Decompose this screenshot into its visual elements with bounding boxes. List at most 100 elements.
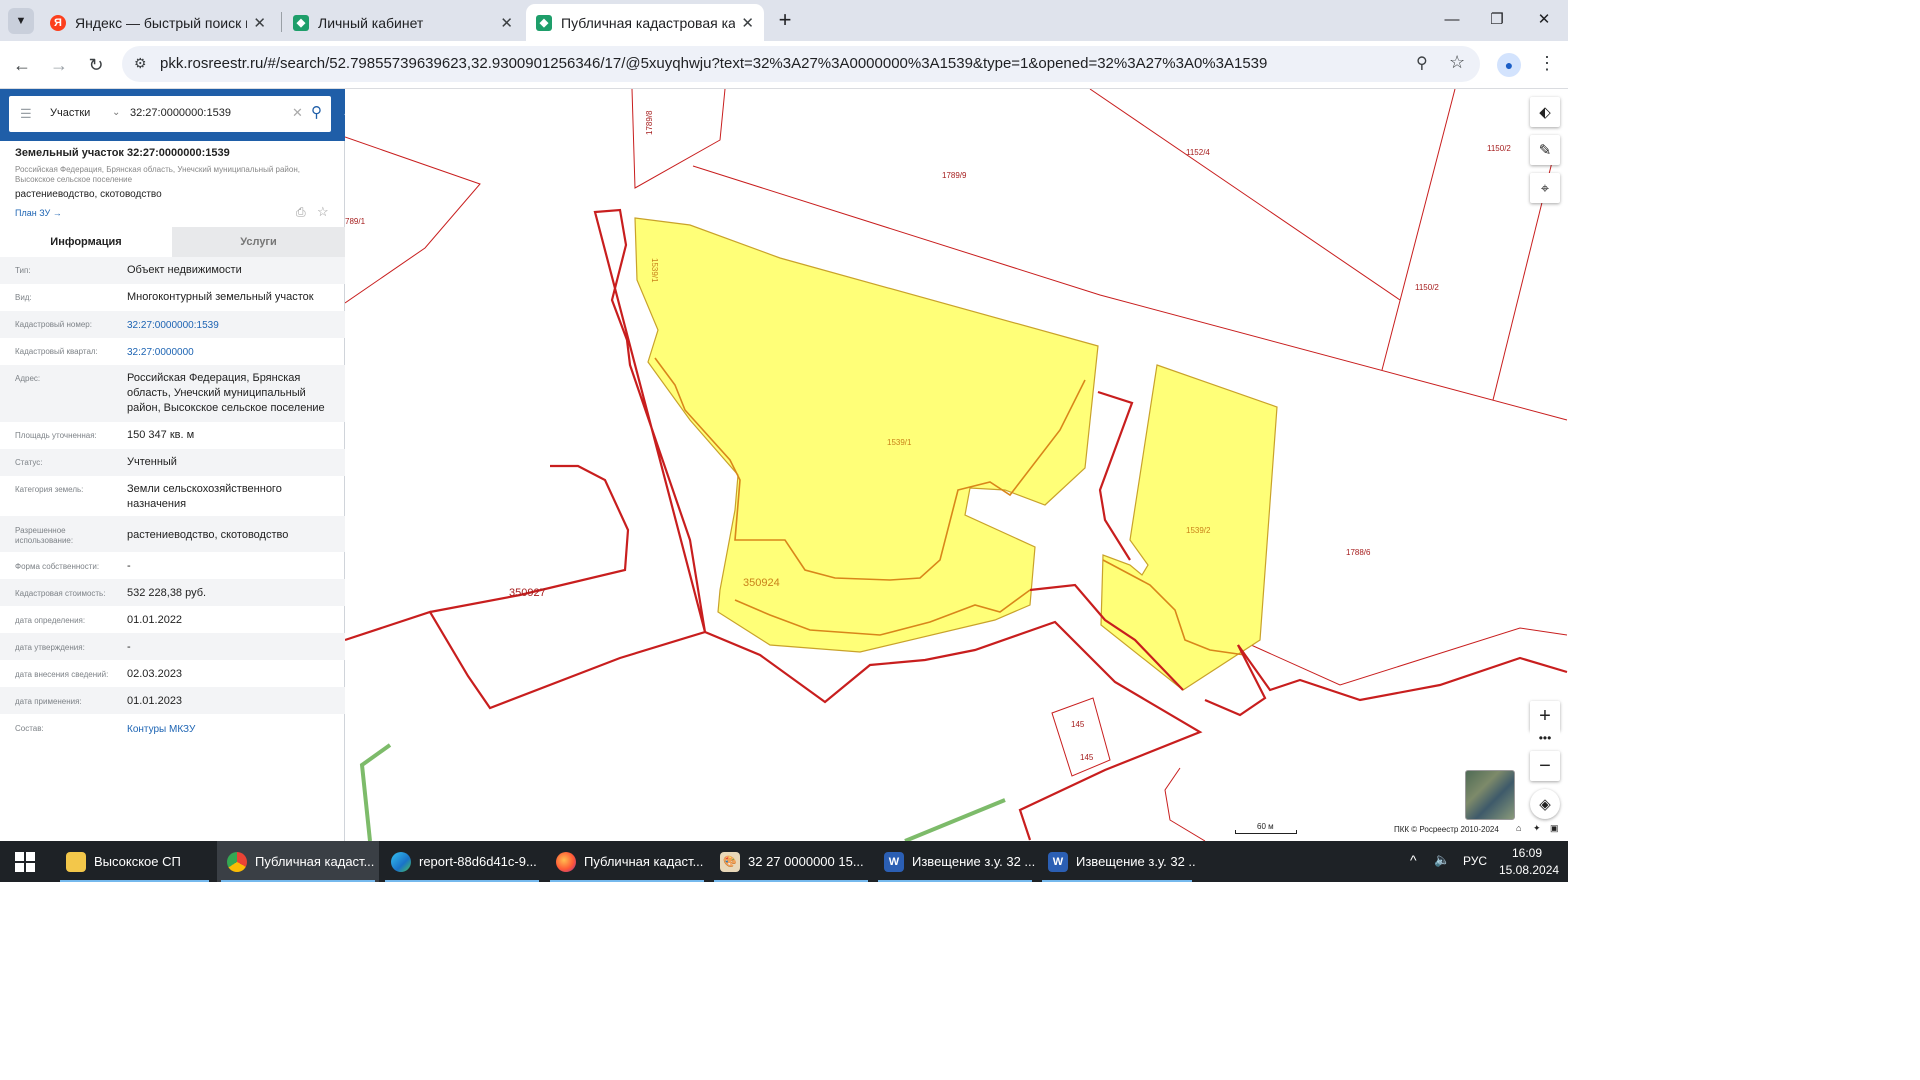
taskbar-item-chrome[interactable]: Публичная кадаст... [217,841,379,882]
site-settings-icon[interactable]: ⚙ [134,55,147,72]
field-label: Кадастровый квартал: [15,347,98,356]
field-value: Российская Федерация, Брянская область, … [127,372,325,414]
copyright-text: ПКК © Росреестр 2010-2024 [1394,825,1499,834]
taskbar-item-label: report-88d6d41c-9... [419,854,537,869]
field-value: Учтенный [127,456,177,468]
forward-button[interactable]: → [45,51,73,79]
tab-information[interactable]: Информация [0,227,172,257]
road-line [904,798,1006,841]
contours-link[interactable]: Контуры МКЗУ [127,722,195,737]
taskbar-item-firefox[interactable]: Публичная кадаст... [546,841,708,882]
taskbar-item-paint[interactable]: 🎨 32 27 0000000 15... [710,841,872,882]
taskbar-running-indicator [1042,880,1192,882]
reload-button[interactable]: ↻ [82,51,110,79]
windows-taskbar: Высокское СП Публичная кадаст... report-… [0,841,1568,882]
label-350927: 350927 [509,587,546,599]
restore-button[interactable]: ❐ [1477,6,1517,34]
locate-button[interactable]: ⌖ [1530,173,1560,203]
favorite-star-icon[interactable]: ☆ [317,204,329,220]
label-1150-2b: 1150/2 [1415,283,1439,292]
label-350924: 350924 [743,577,780,589]
clock-date[interactable]: 15.08.2024 [1499,863,1559,877]
taskbar-item-explorer[interactable]: Высокское СП [56,841,213,882]
tab-cadastral-map[interactable]: ◆ Публичная кадастровая карта ✕ [526,4,764,41]
cadastral-quarter-link[interactable]: 32:27:0000000 [127,345,194,360]
field-label: Состав: [15,724,44,733]
parcel-boundary [631,89,726,189]
parcel-boundary [1164,767,1206,841]
parcel-boundary [1089,89,1401,301]
quarter-boundary [1237,644,1568,702]
map-canvas[interactable]: 1789/8 1152/4 1150/2 1789/9 1150/2 789/1… [345,89,1568,841]
label-1789-8: 1789/8 [645,110,654,135]
search-type-select[interactable]: Участки [50,107,90,119]
taskbar-item-edge[interactable]: report-88d6d41c-9... [381,841,543,882]
chevron-down-icon[interactable]: ⌄ [112,107,120,118]
tab-label: Услуги [240,236,277,248]
parcel-title: Земельный участок 32:27:0000000:1539 [15,147,230,159]
field-label: Кадастровая стоимость: [15,589,106,598]
cadastral-map[interactable]: 1789/8 1152/4 1150/2 1789/9 1150/2 789/1… [345,89,1568,841]
word-icon: W [1048,851,1068,872]
address-bar[interactable]: ⚙ pkk.rosreestr.ru/#/search/52.798557396… [122,46,1480,82]
volume-icon[interactable]: 🔈 [1434,852,1450,868]
field-value: Многоконтурный земельный участок [127,291,314,303]
clock-time[interactable]: 16:09 [1512,846,1542,860]
taskbar-item-word-1[interactable]: W Извещение з.у. 32 ... [874,841,1036,882]
zoom-out-button[interactable]: − [1530,751,1560,781]
clear-icon[interactable]: ✕ [292,105,303,121]
search-icon[interactable]: ⚲ [311,103,322,121]
label-1789-9: 1789/9 [942,171,967,180]
tab-title: Яндекс — быстрый поиск в интернете [75,14,247,31]
fullscreen-icon[interactable]: ▣ [1550,823,1559,834]
tab-yandex[interactable]: Я Яндекс — быстрый поиск в интернете ✕ [40,4,276,41]
taskbar-item-word-2[interactable]: W Извещение з.у. 32 ... [1038,841,1196,882]
field-label: Тип: [15,266,31,275]
profile-avatar[interactable]: ● [1497,53,1521,77]
satellite-thumbnail[interactable] [1465,770,1515,820]
window-close-button[interactable]: ✕ [1524,6,1564,34]
parcel-145 [1051,697,1111,777]
close-icon[interactable]: ✕ [500,14,513,32]
firefox-icon [556,851,576,872]
bookmark-star-icon[interactable]: ☆ [1449,52,1465,73]
tray-chevron-icon[interactable]: ^ [1410,852,1417,868]
start-button[interactable] [15,852,35,872]
more-button[interactable]: ••• [1530,727,1560,749]
tab-services[interactable]: Услуги [172,227,345,257]
parcel-info-panel: ☰ Участки ⌄ 32:27:0000000:1539 ✕ ⚲ ‹ Зем… [0,89,357,841]
word-icon: W [884,851,904,872]
print-icon[interactable]: ⎙ [296,205,306,220]
parcel-1539-1[interactable] [634,217,1099,653]
language-indicator[interactable]: РУС [1463,854,1487,868]
menu-icon[interactable]: ☰ [20,106,32,122]
minimize-button[interactable]: — [1432,6,1472,34]
field-label: Разрешенное использование: [15,526,74,545]
close-icon[interactable]: ✕ [741,14,754,32]
back-button[interactable]: ← [8,51,36,79]
yandex-icon: Я [50,14,66,31]
label-1152-4: 1152/4 [1186,148,1210,157]
browser-menu-button[interactable]: ⋮ [1538,53,1556,74]
tab-search-button[interactable]: ▼ [8,8,34,34]
windows-logo-tile [15,852,24,861]
search-input[interactable]: 32:27:0000000:1539 [130,107,231,119]
close-icon[interactable]: ✕ [253,14,266,32]
compass-button[interactable]: ◈ [1530,789,1560,819]
field-value: - [127,560,131,572]
plan-link[interactable]: План ЗУ → [15,208,62,218]
rosreestr-icon: ◆ [536,14,552,31]
quarter-boundary [704,620,1203,841]
tab-personal-cabinet[interactable]: ◆ Личный кабинет ✕ [283,4,523,41]
home-icon[interactable]: ⌂ [1516,823,1521,833]
url-text[interactable]: pkk.rosreestr.ru/#/search/52.79855739639… [160,55,1267,72]
tab-title: Личный кабинет [318,14,424,31]
field-value: - [127,641,131,653]
share-icon[interactable]: ✦ [1533,823,1541,834]
zoom-icon[interactable]: ⚲ [1416,53,1428,73]
layers-button[interactable]: ⬖ [1530,97,1560,127]
ruler-button[interactable]: ✎ [1530,135,1560,165]
new-tab-button[interactable]: + [772,8,798,34]
field-value: Объект недвижимости [127,264,242,276]
cadastral-number-link[interactable]: 32:27:0000000:1539 [127,318,219,333]
